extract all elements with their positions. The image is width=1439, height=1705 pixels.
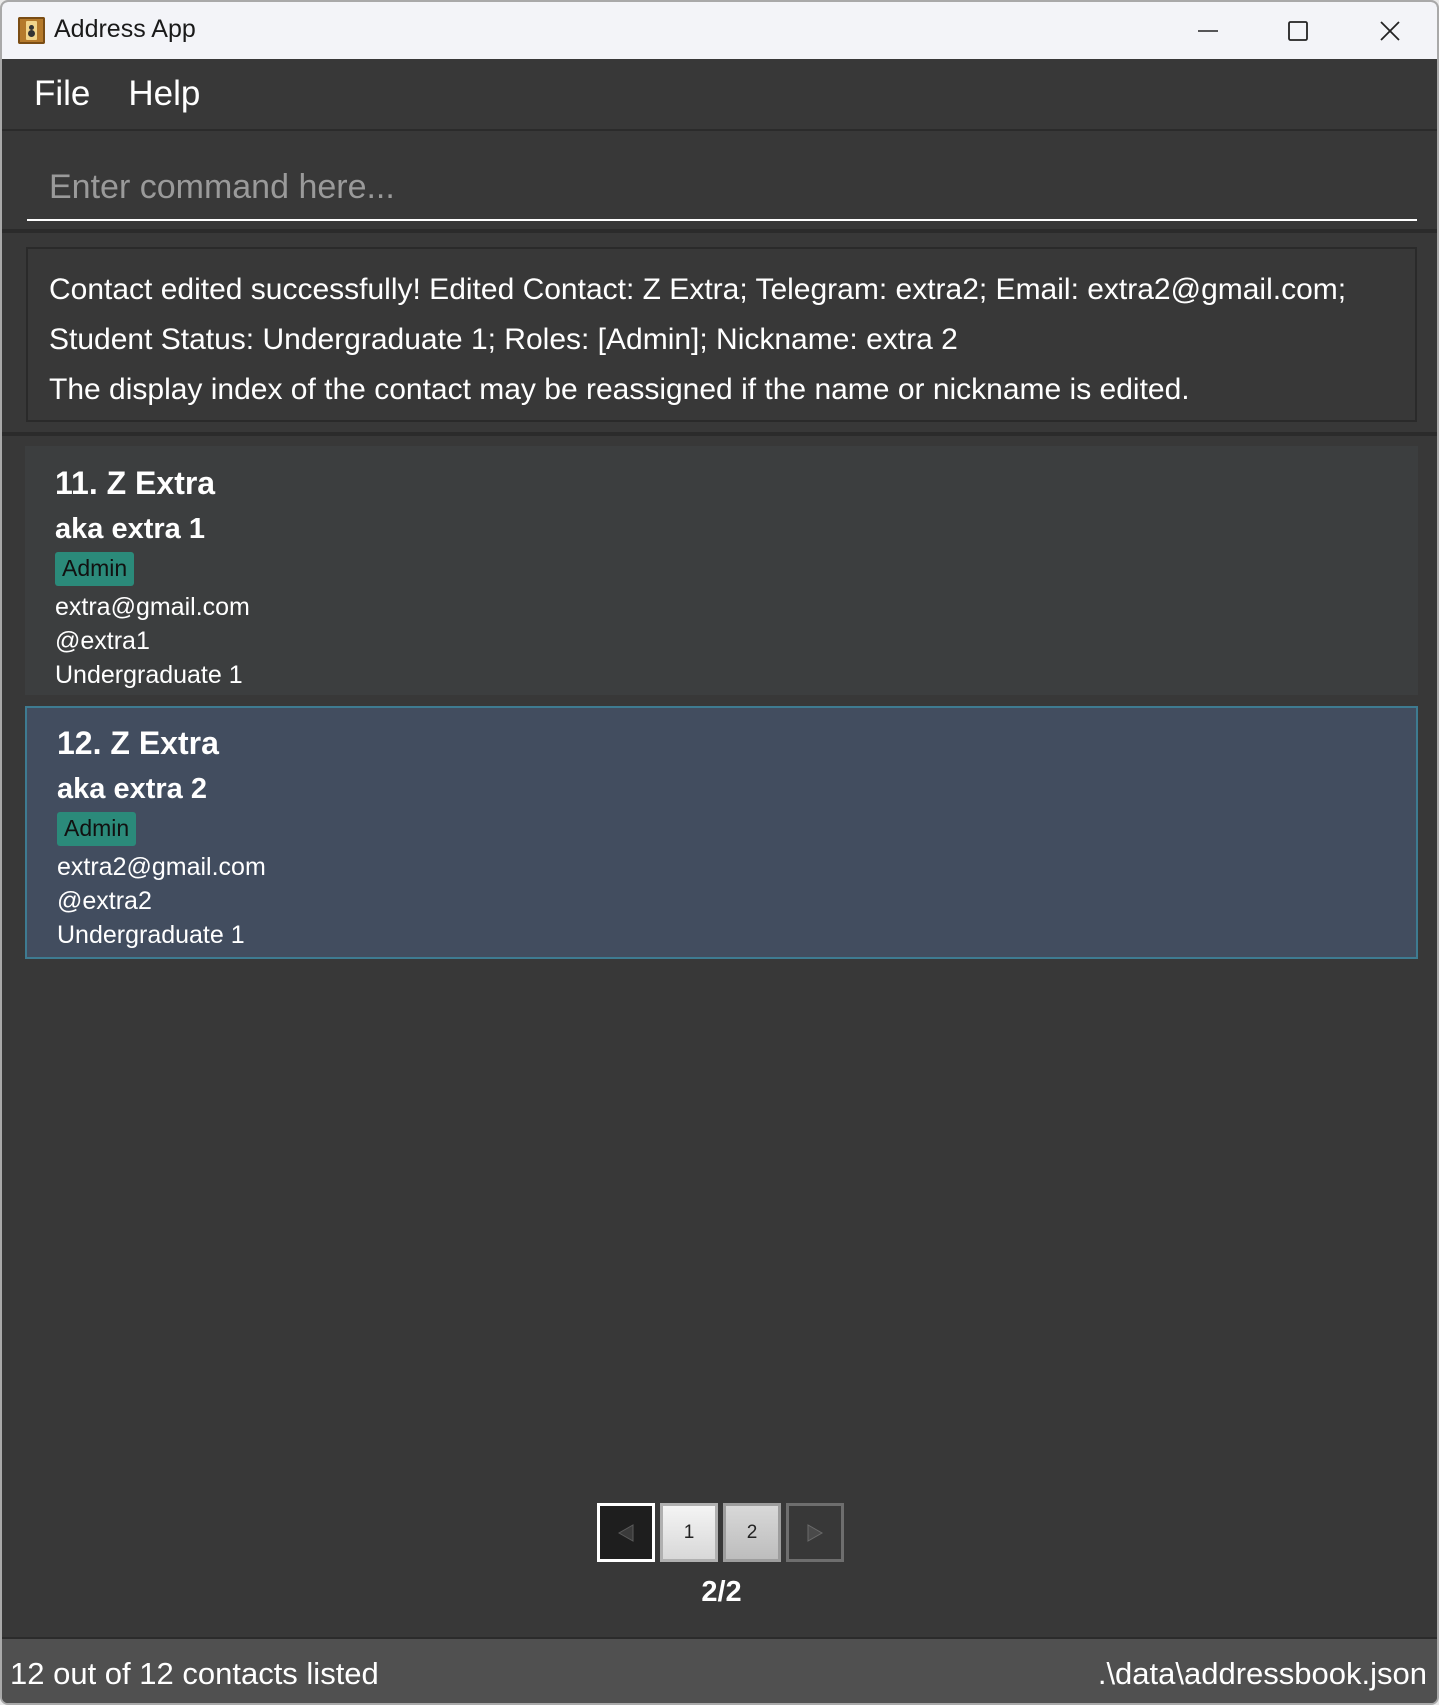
contact-nickname: aka extra 1 <box>55 513 205 545</box>
contact-card[interactable]: 11. Z Extra aka extra 1 Admin extra@gmai… <box>25 446 1418 695</box>
contact-telegram: @extra1 <box>55 627 150 655</box>
contact-student-status: Undergraduate 1 <box>57 921 245 949</box>
contact-email: extra2@gmail.com <box>57 853 266 881</box>
result-line: Student Status: Undergraduate 1; Roles: … <box>49 323 958 356</box>
menu-bar: File Help <box>2 59 1437 131</box>
page-indicator: 2/2 <box>701 1576 742 1608</box>
menu-help[interactable]: Help <box>128 74 200 114</box>
contact-nickname: aka extra 2 <box>57 773 207 805</box>
contact-student-status: Undergraduate 1 <box>55 661 243 689</box>
contact-name: 12. Z Extra <box>57 725 219 761</box>
contact-telegram: @extra2 <box>57 887 152 915</box>
app-window: Address App File Help Contact edited suc… <box>0 0 1439 1705</box>
triangle-right-icon <box>807 1523 824 1542</box>
role-tag: Admin <box>57 812 137 846</box>
result-display: Contact edited successfully! Edited Cont… <box>2 237 1437 436</box>
title-bar[interactable]: Address App <box>2 2 1437 59</box>
command-input[interactable] <box>27 155 1417 221</box>
contacts-count: 12 out of 12 contacts listed <box>10 1656 379 1691</box>
result-line: The display index of the contact may be … <box>49 373 1190 406</box>
maximize-icon <box>1288 20 1308 41</box>
role-tag: Admin <box>55 552 135 586</box>
page-1-button[interactable]: 1 <box>660 1503 718 1562</box>
close-button[interactable] <box>1345 2 1435 59</box>
previous-page-button[interactable] <box>597 1503 655 1562</box>
minimize-button[interactable] <box>1163 2 1253 59</box>
minimize-icon <box>1198 29 1218 32</box>
contact-name: 11. Z Extra <box>55 465 216 501</box>
contact-email: extra@gmail.com <box>55 593 250 621</box>
next-page-button[interactable] <box>786 1503 844 1562</box>
save-location: .\data\addressbook.json <box>1097 1656 1427 1691</box>
status-bar: 12 out of 12 contacts listed .\data\addr… <box>2 1637 1437 1703</box>
command-box <box>2 133 1437 233</box>
window-title: Address App <box>54 15 196 43</box>
maximize-button[interactable] <box>1253 2 1343 59</box>
contact-card-selected[interactable]: 12. Z Extra aka extra 2 Admin extra2@gma… <box>25 706 1418 959</box>
triangle-left-icon <box>617 1523 634 1542</box>
page-2-button[interactable]: 2 <box>723 1503 781 1562</box>
address-book-icon <box>18 17 45 44</box>
pagination: 1 2 <box>2 1503 1437 1562</box>
result-text-area[interactable]: Contact edited successfully! Edited Cont… <box>26 247 1417 422</box>
contact-list: 11. Z Extra aka extra 1 Admin extra@gmai… <box>2 440 1437 1637</box>
menu-file[interactable]: File <box>34 74 90 114</box>
result-line: Contact edited successfully! Edited Cont… <box>49 273 1347 306</box>
close-icon <box>1380 20 1400 41</box>
